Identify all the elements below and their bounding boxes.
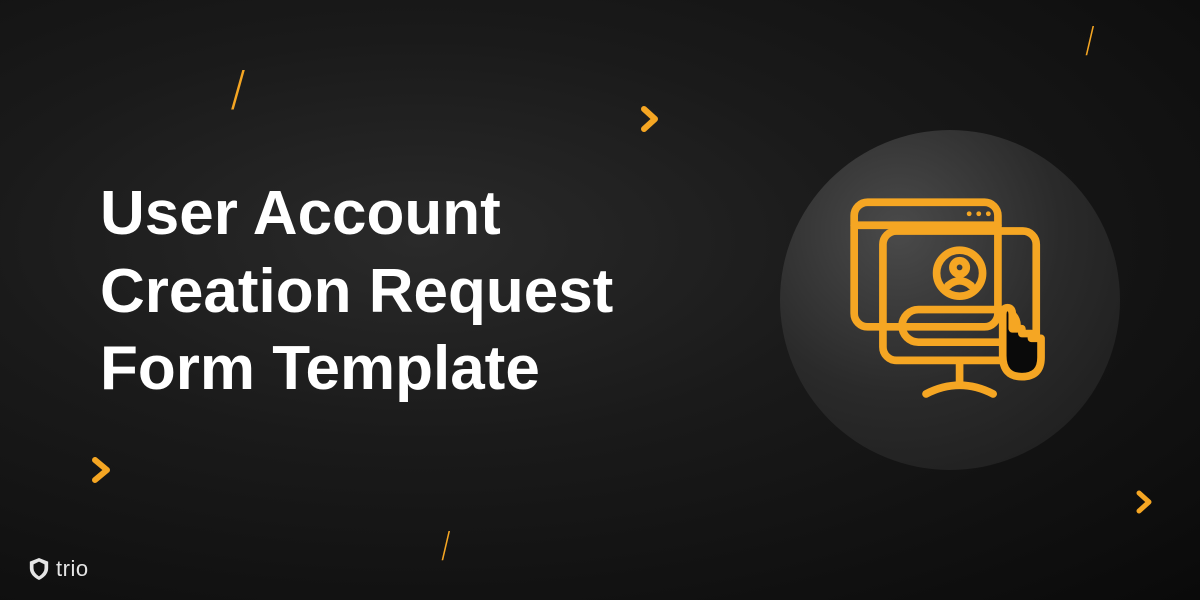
page-title: User Account Creation Request Form Templ… [100, 175, 700, 408]
brand-logo: trio [28, 556, 89, 582]
decoration-slash: / [1087, 20, 1093, 65]
decoration-slash: / [443, 525, 449, 570]
chevron-right-icon [1135, 489, 1155, 515]
account-login-icon [835, 185, 1065, 415]
chevron-right-icon [640, 105, 662, 133]
chevron-right-icon [90, 455, 114, 485]
shield-icon [28, 557, 50, 581]
hero-icon-circle [780, 130, 1120, 470]
decoration-slash: / [233, 60, 242, 122]
brand-name: trio [56, 556, 89, 582]
